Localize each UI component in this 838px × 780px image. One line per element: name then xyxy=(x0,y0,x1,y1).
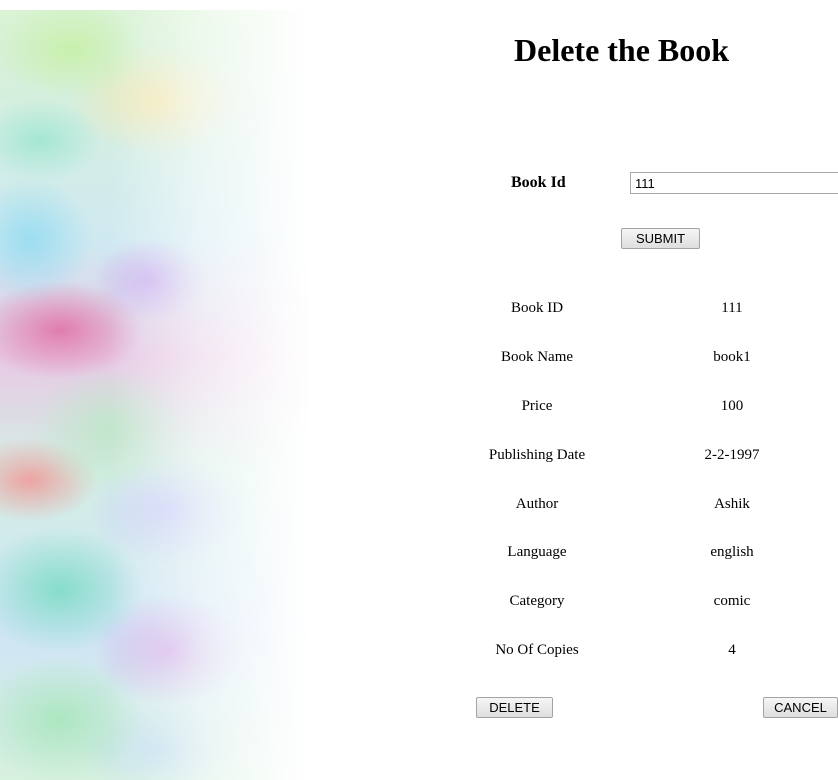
detail-label: Language xyxy=(507,544,567,561)
detail-value: book1 xyxy=(713,348,751,365)
detail-value: Ashik xyxy=(714,495,750,512)
detail-label: Category xyxy=(509,593,565,610)
cancel-button[interactable]: CANCEL xyxy=(763,697,838,718)
book-details-table: Book ID 111 Book Name book1 Price 100 Pu… xyxy=(462,300,838,691)
detail-label: No Of Copies xyxy=(495,642,579,659)
page-title: Delete the Book xyxy=(514,32,730,68)
detail-row-book-id: Book ID 111 xyxy=(462,300,838,349)
detail-label: Book ID xyxy=(510,300,564,316)
detail-row-publishing-date: Publishing Date 2-2-1997 xyxy=(462,447,838,496)
detail-value: english xyxy=(710,544,754,561)
book-id-label: Book Id xyxy=(511,174,566,191)
book-id-input[interactable] xyxy=(630,172,838,194)
detail-value: comic xyxy=(713,593,751,610)
background-art xyxy=(0,10,310,780)
detail-value: 111 xyxy=(721,300,743,316)
detail-value: 4 xyxy=(728,642,736,659)
detail-label: Book Name xyxy=(500,348,574,365)
detail-row-price: Price 100 xyxy=(462,398,838,447)
detail-row-book-name: Book Name book1 xyxy=(462,349,838,398)
detail-row-author: Author Ashik xyxy=(462,496,838,545)
detail-label: Price xyxy=(521,397,553,414)
detail-label: Author xyxy=(515,495,559,512)
detail-row-category: Category comic xyxy=(462,593,838,642)
detail-row-no-of-copies: No Of Copies 4 xyxy=(462,642,838,691)
detail-row-language: Language english xyxy=(462,544,838,593)
detail-label: Publishing Date xyxy=(488,446,586,463)
detail-value: 100 xyxy=(720,397,744,414)
background-fade xyxy=(0,10,310,780)
detail-value: 2-2-1997 xyxy=(704,446,760,463)
delete-button[interactable]: DELETE xyxy=(476,697,553,718)
submit-button[interactable]: SUBMIT xyxy=(621,228,700,249)
